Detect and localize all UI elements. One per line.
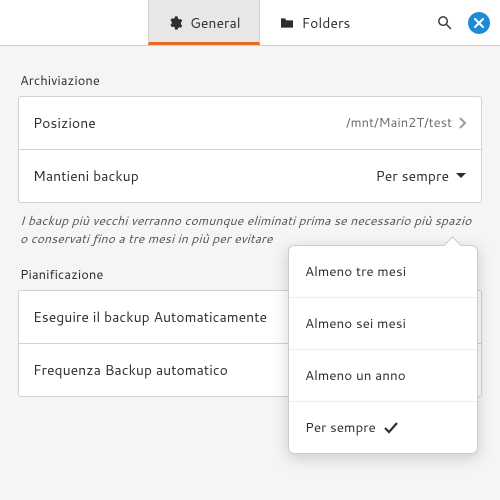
- top-bar: General Folders: [0, 0, 500, 46]
- location-value: /mnt/Main2T/test: [346, 114, 452, 132]
- caret-down-icon: [455, 172, 467, 180]
- search-button[interactable]: [430, 9, 458, 37]
- spacer: [0, 0, 148, 45]
- location-value-group: /mnt/Main2T/test: [346, 114, 467, 132]
- dropdown-option-6-months[interactable]: Almeno sei mesi: [289, 297, 477, 349]
- dropdown-option-1-year[interactable]: Almeno un anno: [289, 349, 477, 401]
- folder-icon: [279, 15, 295, 31]
- tab-group: General Folders: [148, 0, 369, 45]
- check-icon: [384, 422, 398, 434]
- storage-hint: I backup più vecchi verranno comunque el…: [20, 213, 480, 248]
- keep-label: Mantieni backup: [33, 166, 139, 186]
- gear-icon: [167, 15, 183, 31]
- tab-general-label: General: [190, 13, 241, 33]
- location-label: Posizione: [33, 113, 96, 133]
- row-location[interactable]: Posizione /mnt/Main2T/test: [19, 97, 481, 149]
- close-button[interactable]: [468, 12, 490, 34]
- search-icon: [436, 14, 453, 31]
- dropdown-option-label: Per sempre: [305, 418, 376, 437]
- dropdown-option-3-months[interactable]: Almeno tre mesi: [289, 246, 477, 297]
- tab-general[interactable]: General: [148, 0, 260, 45]
- keep-backup-dropdown: Almeno tre mesi Almeno sei mesi Almeno u…: [288, 245, 478, 454]
- dropdown-option-forever[interactable]: Per sempre: [289, 401, 477, 453]
- dropdown-option-label: Almeno un anno: [305, 366, 406, 385]
- topbar-actions: [430, 0, 500, 45]
- freq-label: Frequenza Backup automatico: [33, 360, 228, 380]
- chevron-right-icon: [458, 116, 467, 130]
- tab-folders-label: Folders: [302, 13, 351, 33]
- row-keep-backup[interactable]: Mantieni backup Per sempre: [19, 149, 481, 202]
- keep-value: Per sempre: [376, 166, 449, 186]
- close-icon: [474, 18, 484, 28]
- auto-label: Eseguire il backup Automaticamente: [33, 307, 267, 327]
- dropdown-option-label: Almeno tre mesi: [305, 262, 406, 281]
- storage-panel: Posizione /mnt/Main2T/test Mantieni back…: [18, 96, 482, 203]
- main-content: Archiviazione Posizione /mnt/Main2T/test…: [0, 46, 500, 397]
- section-storage-title: Archiviazione: [20, 72, 482, 90]
- keep-value-group: Per sempre: [376, 166, 467, 186]
- tab-folders[interactable]: Folders: [260, 0, 370, 45]
- spacer: [369, 0, 430, 45]
- dropdown-option-label: Almeno sei mesi: [305, 314, 406, 333]
